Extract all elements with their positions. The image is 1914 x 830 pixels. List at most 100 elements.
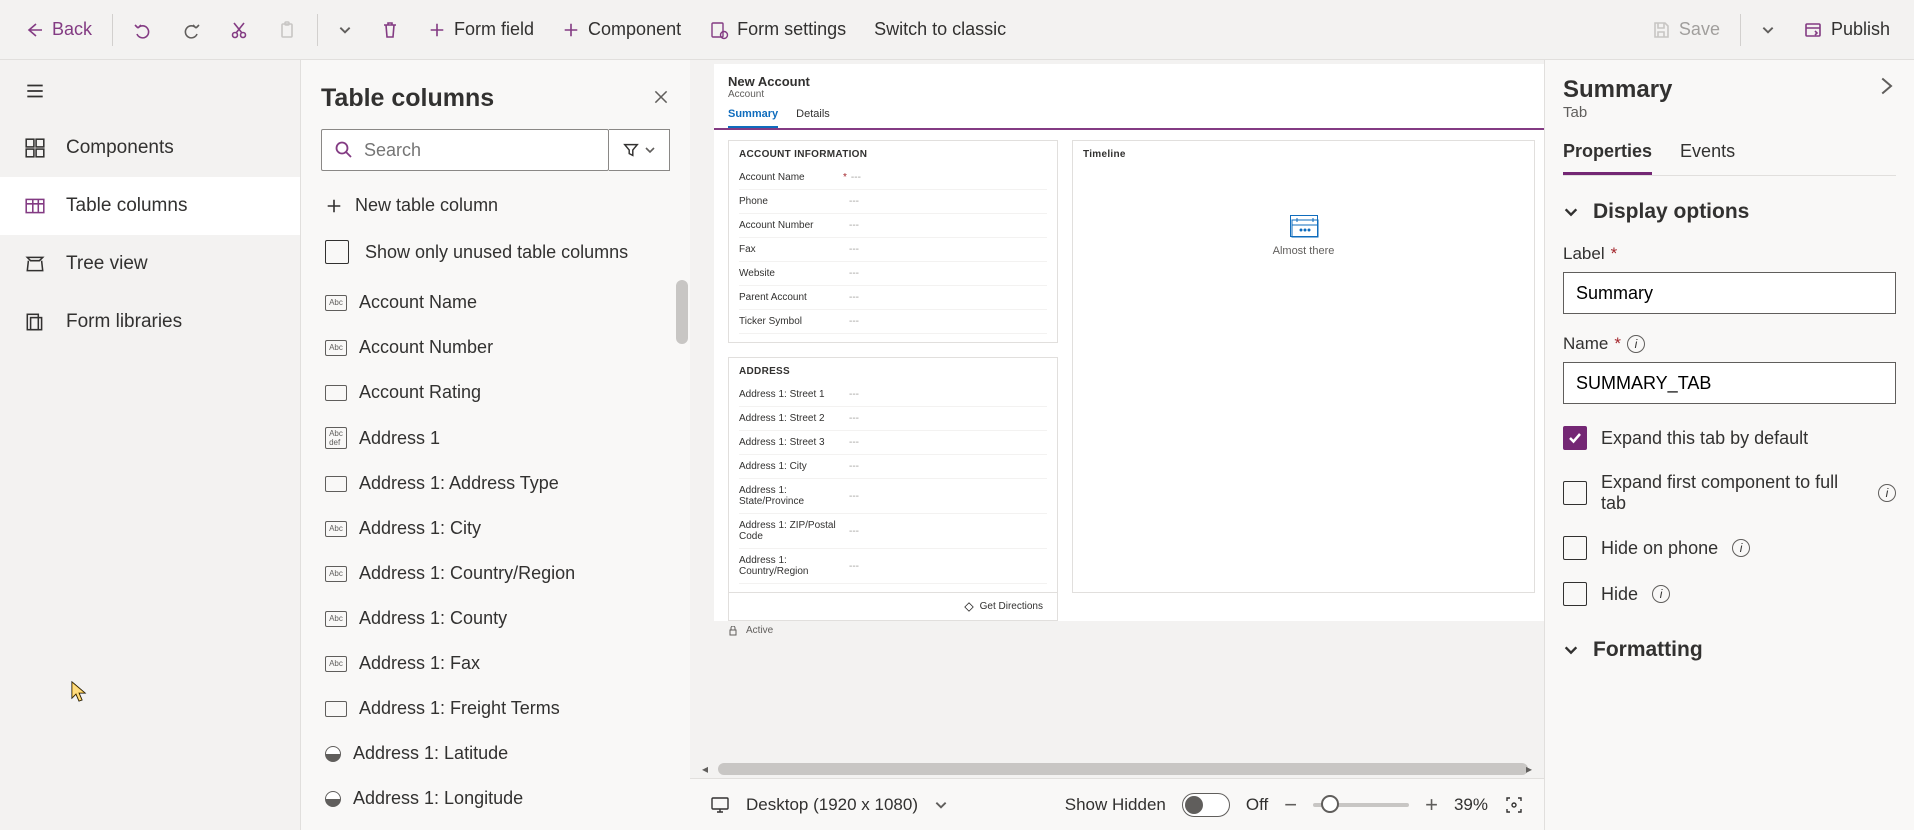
info-icon[interactable]: i: [1627, 335, 1645, 353]
column-list-item[interactable]: Address 1: Longitude: [301, 776, 678, 821]
close-panel-button[interactable]: [652, 86, 670, 112]
delete-button[interactable]: [368, 12, 412, 48]
form-field-row[interactable]: Ticker Symbol---: [739, 310, 1047, 334]
scrollbar-thumb[interactable]: [676, 280, 688, 344]
section-title: ADDRESS: [739, 366, 1047, 377]
scroll-left-icon[interactable]: ◂: [702, 762, 708, 776]
filter-button[interactable]: [609, 129, 670, 171]
rail-item-components[interactable]: Components: [0, 119, 300, 177]
column-list-item[interactable]: AbcdefAddress 1: [301, 415, 678, 461]
label-input[interactable]: [1563, 272, 1896, 314]
props-tab-properties[interactable]: Properties: [1563, 141, 1652, 175]
save-button[interactable]: Save: [1639, 11, 1732, 48]
expand-default-checkbox[interactable]: Expand this tab by default: [1563, 426, 1896, 450]
paste-dropdown[interactable]: [326, 15, 364, 45]
chevron-down-icon: [1761, 23, 1775, 37]
back-arrow-icon: [24, 20, 44, 40]
column-list-item[interactable]: Address 1: Freight Terms: [301, 686, 678, 731]
plus-icon: [325, 197, 343, 215]
paste-button[interactable]: [265, 12, 309, 48]
form-field-row[interactable]: Address 1: ZIP/Postal Code---: [739, 514, 1047, 549]
scrollbar[interactable]: [674, 280, 690, 830]
column-list-item[interactable]: AbcAddress 1: County: [301, 596, 678, 641]
form-field-row[interactable]: Address 1: Street 3---: [739, 431, 1047, 455]
info-icon[interactable]: i: [1878, 484, 1896, 502]
zoom-out-button[interactable]: −: [1284, 792, 1297, 818]
show-unused-checkbox-row[interactable]: Show only unused table columns: [301, 228, 690, 280]
section-formatting[interactable]: Formatting: [1563, 638, 1896, 662]
redo-button[interactable]: [169, 12, 213, 48]
new-column-button[interactable]: New table column: [301, 183, 690, 228]
show-hidden-toggle[interactable]: [1182, 793, 1230, 817]
add-form-field-button[interactable]: Form field: [416, 11, 546, 48]
column-type-icon: [325, 476, 347, 492]
zoom-in-button[interactable]: +: [1425, 792, 1438, 818]
section-timeline[interactable]: Timeline Almost there: [1072, 140, 1535, 593]
expand-first-checkbox[interactable]: Expand first component to full tab i: [1563, 472, 1896, 514]
form-field-row[interactable]: Website---: [739, 262, 1047, 286]
rail-item-form-libraries[interactable]: Form libraries: [0, 293, 300, 351]
hide-phone-checkbox[interactable]: Hide on phone i: [1563, 536, 1896, 560]
properties-panel: Summary Tab Properties Events Display op…: [1544, 60, 1914, 830]
add-component-button[interactable]: Component: [550, 11, 693, 48]
publish-button[interactable]: Publish: [1791, 11, 1902, 48]
form-field-row[interactable]: Phone---: [739, 190, 1047, 214]
save-dropdown[interactable]: [1749, 15, 1787, 45]
search-input[interactable]: [364, 140, 596, 161]
section-display-options[interactable]: Display options: [1563, 200, 1896, 224]
form-field-row[interactable]: Account Number---: [739, 214, 1047, 238]
checkbox-label: Hide: [1601, 584, 1638, 605]
column-list-item[interactable]: AbcAddress 1: Fax: [301, 641, 678, 686]
zoom-slider[interactable]: [1313, 803, 1409, 807]
section-address[interactable]: ADDRESS Address 1: Street 1---Address 1:…: [728, 357, 1058, 593]
rail-item-tree-view[interactable]: Tree view: [0, 235, 300, 293]
chevron-right-icon[interactable]: [1876, 76, 1896, 96]
form-settings-button[interactable]: Form settings: [697, 11, 858, 48]
chevron-down-icon[interactable]: [934, 798, 948, 812]
slider-thumb[interactable]: [1321, 795, 1339, 813]
form-field-row[interactable]: Address 1: Street 1---: [739, 383, 1047, 407]
device-label[interactable]: Desktop (1920 x 1080): [746, 795, 918, 815]
scrollbar-thumb[interactable]: [718, 763, 1528, 775]
form-field-row[interactable]: Fax---: [739, 238, 1047, 262]
props-tab-events[interactable]: Events: [1680, 141, 1735, 175]
switch-classic-button[interactable]: Switch to classic: [862, 11, 1018, 48]
info-icon[interactable]: i: [1652, 585, 1670, 603]
form-settings-icon: [709, 20, 729, 40]
fit-screen-icon[interactable]: [1504, 795, 1524, 815]
column-list-item[interactable]: AbcAddress 1: Country/Region: [301, 551, 678, 596]
column-list-item[interactable]: Address 1: Latitude: [301, 731, 678, 776]
form-field-row[interactable]: Parent Account---: [739, 286, 1047, 310]
horizontal-scrollbar[interactable]: ◂ ▸: [706, 760, 1528, 778]
section-account-info[interactable]: ACCOUNT INFORMATION Account Name*---Phon…: [728, 140, 1058, 343]
form-field-row[interactable]: Address 1: City---: [739, 455, 1047, 479]
rail-label: Tree view: [66, 253, 148, 275]
separator: [317, 14, 318, 46]
field-label: Address 1: State/Province: [739, 485, 839, 507]
hide-checkbox[interactable]: Hide i: [1563, 582, 1896, 606]
form-preview[interactable]: New Account Account Summary Details ACCO…: [714, 64, 1544, 640]
column-list-item[interactable]: Account Rating: [301, 370, 678, 415]
publish-label: Publish: [1831, 19, 1890, 40]
name-input[interactable]: [1563, 362, 1896, 404]
form-field-row[interactable]: Address 1: Street 2---: [739, 407, 1047, 431]
column-list-item[interactable]: Address 1: Address Type: [301, 461, 678, 506]
scroll-right-icon[interactable]: ▸: [1526, 762, 1532, 776]
preview-tab-details[interactable]: Details: [796, 108, 830, 128]
column-list-item[interactable]: AbcAccount Number: [301, 325, 678, 370]
search-field[interactable]: [321, 129, 609, 171]
undo-button[interactable]: [121, 12, 165, 48]
form-field-row[interactable]: Address 1: State/Province---: [739, 479, 1047, 514]
info-icon[interactable]: i: [1732, 539, 1750, 557]
hamburger-button[interactable]: [0, 68, 300, 119]
column-list-item[interactable]: AbcAddress 1: City: [301, 506, 678, 551]
preview-tab-summary[interactable]: Summary: [728, 108, 778, 128]
get-directions-row[interactable]: Get Directions: [728, 593, 1058, 621]
rail-item-table-columns[interactable]: Table columns: [0, 177, 300, 235]
checkbox-icon: [1563, 536, 1587, 560]
column-list-item[interactable]: AbcAccount Name: [301, 280, 678, 325]
cut-button[interactable]: [217, 12, 261, 48]
form-field-row[interactable]: Address 1: Country/Region---: [739, 549, 1047, 584]
back-button[interactable]: Back: [12, 11, 104, 48]
form-field-row[interactable]: Account Name*---: [739, 166, 1047, 190]
